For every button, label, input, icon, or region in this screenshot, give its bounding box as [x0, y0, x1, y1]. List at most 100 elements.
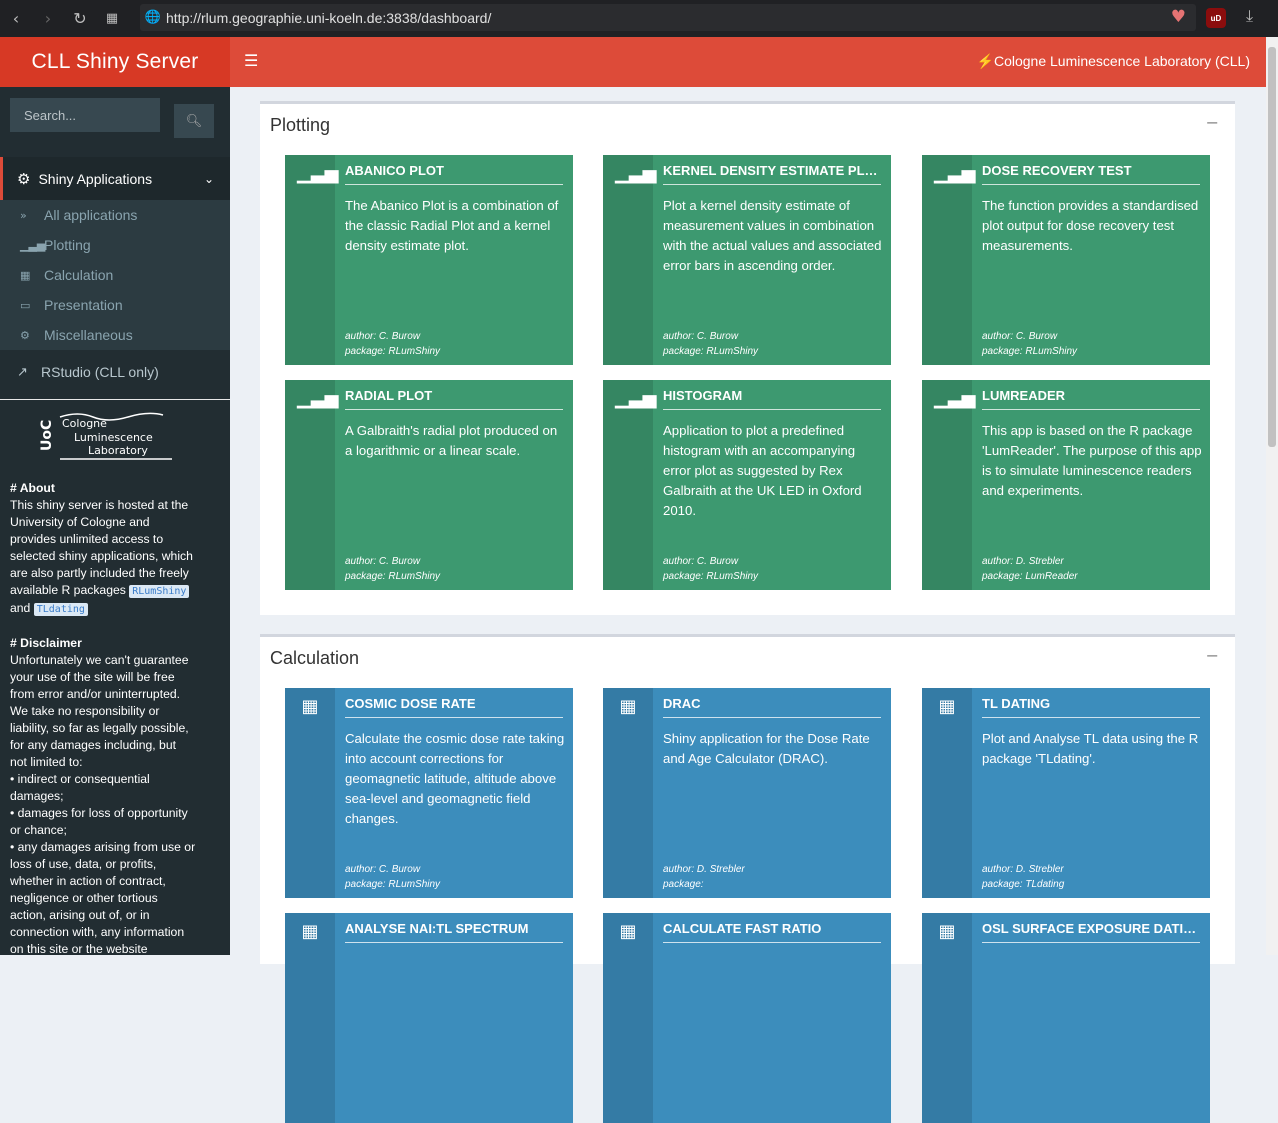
- package-rlumshiny: RLumShiny: [129, 585, 190, 598]
- card-divider: [345, 184, 563, 185]
- sidebar-search: 🔍︎: [10, 98, 220, 138]
- app-card-drac[interactable]: ▦ DRAC Shiny application for the Dose Ra…: [603, 688, 891, 898]
- card-divider: [663, 942, 881, 943]
- tabs-grid-icon[interactable]: ▦: [96, 0, 128, 37]
- calculator-icon: ▦: [619, 696, 637, 717]
- app-card-osl-surface-exposure[interactable]: ▦ OSL SURFACE EXPOSURE DATING ...: [922, 913, 1210, 1123]
- app-card-radial-plot[interactable]: ▁▃▅ RADIAL PLOT A Galbraith's radial plo…: [285, 380, 573, 590]
- card-divider: [982, 184, 1200, 185]
- app-card-tl-dating[interactable]: ▦ TL DATING Plot and Analyse TL data usi…: [922, 688, 1210, 898]
- card-divider: [345, 409, 563, 410]
- card-package: package: RLumShiny: [982, 346, 1078, 357]
- address-bar[interactable]: 🌐 http://rlum.geographie.uni-koeln.de:38…: [140, 4, 1196, 31]
- reload-icon[interactable]: ↻: [64, 0, 96, 37]
- card-description: The Abanico Plot is a combination of the…: [345, 198, 559, 253]
- app-card-histogram[interactable]: ▁▃▅ HISTOGRAM Application to plot a pred…: [603, 380, 891, 590]
- card-title[interactable]: DRAC: [663, 696, 881, 711]
- sidebar-divider: [0, 399, 230, 400]
- search-button[interactable]: 🔍︎: [174, 104, 214, 138]
- card-icon-column: ▦: [603, 688, 653, 898]
- app-card-kernel-density[interactable]: ▁▃▅ KERNEL DENSITY ESTIMATE PLOT Plot a …: [603, 155, 891, 365]
- bar-chart-icon: ▁▃▅: [20, 238, 46, 252]
- card-title[interactable]: LUMREADER: [982, 388, 1200, 403]
- logo-line-2: Luminescence: [74, 431, 153, 444]
- top-navbar: ☰ ⚡Cologne Luminescence Laboratory (CLL): [230, 37, 1266, 87]
- card-title[interactable]: RADIAL PLOT: [345, 388, 563, 403]
- gear-icon: ⚙: [17, 169, 31, 188]
- card-title[interactable]: TL DATING: [982, 696, 1200, 711]
- card-description: Plot a kernel density estimate of measur…: [663, 198, 882, 273]
- browser-toolbar: ‹ › ↻ ▦ 🌐 http://rlum.geographie.uni-koe…: [0, 0, 1278, 37]
- cogs-icon: ⚙: [20, 328, 30, 342]
- card-title[interactable]: OSL SURFACE EXPOSURE DATING ...: [982, 921, 1200, 936]
- card-description: A Galbraith's radial plot produced on a …: [345, 423, 558, 458]
- card-author: author: C. Burow: [663, 331, 739, 342]
- about-heading: # About: [10, 481, 55, 495]
- bar-chart-icon: ▁▃▅: [615, 163, 657, 184]
- search-icon: 🔍︎: [185, 113, 203, 129]
- app-card-lumreader[interactable]: ▁▃▅ LUMREADER This app is based on the R…: [922, 380, 1210, 590]
- ublock-icon[interactable]: uD: [1206, 8, 1226, 28]
- card-package: package: RLumShiny: [663, 571, 759, 582]
- card-divider: [663, 409, 881, 410]
- app-card-cosmic-dose-rate[interactable]: ▦ COSMIC DOSE RATE Calculate the cosmic …: [285, 688, 573, 898]
- sidebar-item-plotting[interactable]: ▁▃▅ Plotting: [0, 230, 230, 260]
- card-title[interactable]: ANALYSE NAI:TL SPECTRUM: [345, 921, 563, 936]
- card-divider: [663, 717, 881, 718]
- sidebar-item-rstudio[interactable]: ↗ RStudio (CLL only): [0, 357, 230, 387]
- logo-line-3: Laboratory: [88, 444, 148, 457]
- sidebar-item-label: All applications: [44, 207, 138, 223]
- url-text[interactable]: http://rlum.geographie.uni-koeln.de:3838…: [166, 10, 491, 26]
- collapse-button[interactable]: −: [1206, 646, 1219, 665]
- sidebar-item-presentation[interactable]: ▭ Presentation: [0, 290, 230, 320]
- sidebar-item-shiny-applications[interactable]: ⚙ Shiny Applications ⌄: [0, 157, 230, 200]
- card-title[interactable]: COSMIC DOSE RATE: [345, 696, 563, 711]
- sidebar-item-label: Presentation: [44, 297, 123, 313]
- card-divider: [345, 942, 563, 943]
- forward-icon[interactable]: ›: [32, 0, 64, 37]
- calculator-icon: ▦: [20, 268, 31, 282]
- card-icon-column: ▁▃▅: [285, 155, 339, 365]
- app-card-dose-recovery[interactable]: ▁▃▅ DOSE RECOVERY TEST The function prov…: [922, 155, 1210, 365]
- about-section: # About This shiny server is hosted at t…: [10, 480, 196, 955]
- bar-chart-icon: ▁▃▅: [615, 388, 657, 409]
- card-icon-column: ▦: [922, 688, 972, 898]
- card-author: author: C. Burow: [345, 864, 421, 875]
- card-package: package: LumReader: [982, 571, 1078, 582]
- card-package: package: TLdating: [982, 879, 1065, 890]
- sidebar-item-label: RStudio (CLL only): [41, 364, 159, 380]
- card-title[interactable]: KERNEL DENSITY ESTIMATE PLOT: [663, 163, 881, 178]
- scrollbar-thumb[interactable]: [1268, 47, 1276, 447]
- sidebar-item-calculation[interactable]: ▦ Calculation: [0, 260, 230, 290]
- download-icon[interactable]: ⤓: [1246, 6, 1253, 26]
- app-logo[interactable]: CLL Shiny Server: [0, 37, 230, 87]
- app-card-fast-ratio[interactable]: ▦ CALCULATE FAST RATIO: [603, 913, 891, 1123]
- scrollbar[interactable]: [1266, 37, 1278, 955]
- card-divider: [663, 184, 881, 185]
- lab-link[interactable]: ⚡Cologne Luminescence Laboratory (CLL): [977, 53, 1250, 70]
- card-title[interactable]: DOSE RECOVERY TEST: [982, 163, 1200, 178]
- app-card-abanico-plot[interactable]: ▁▃▅ ABANICO PLOT The Abanico Plot is a c…: [285, 155, 573, 365]
- card-divider: [982, 409, 1200, 410]
- lab-link-text: Cologne Luminescence Laboratory (CLL): [993, 53, 1250, 69]
- heart-icon[interactable]: ♥: [1171, 7, 1186, 27]
- card-divider: [345, 717, 563, 718]
- section-title: Calculation: [270, 648, 360, 668]
- card-title[interactable]: HISTOGRAM: [663, 388, 881, 403]
- back-icon[interactable]: ‹: [0, 0, 32, 37]
- card-author: author: D. Strebler: [982, 864, 1064, 875]
- sidebar-item-miscellaneous[interactable]: ⚙ Miscellaneous: [0, 320, 230, 350]
- card-title[interactable]: CALCULATE FAST RATIO: [663, 921, 881, 936]
- card-package: package: RLumShiny: [663, 346, 759, 357]
- hamburger-menu-icon[interactable]: ☰: [244, 51, 258, 70]
- about-text: This shiny server is hosted at the Unive…: [10, 497, 196, 618]
- sidebar-item-all-applications[interactable]: » All applications: [0, 200, 230, 230]
- collapse-button[interactable]: −: [1206, 113, 1219, 132]
- card-title[interactable]: ABANICO PLOT: [345, 163, 563, 178]
- app-card-analyse-nai-tl[interactable]: ▦ ANALYSE NAI:TL SPECTRUM: [285, 913, 573, 1123]
- disclaimer-text: Unfortunately we can't guarantee your us…: [10, 653, 189, 769]
- logo-line-1: Cologne: [62, 417, 107, 430]
- search-input[interactable]: [10, 98, 160, 132]
- sidebar-submenu: » All applications ▁▃▅ Plotting ▦ Calculati…: [0, 200, 230, 350]
- section-title: Plotting: [270, 115, 331, 135]
